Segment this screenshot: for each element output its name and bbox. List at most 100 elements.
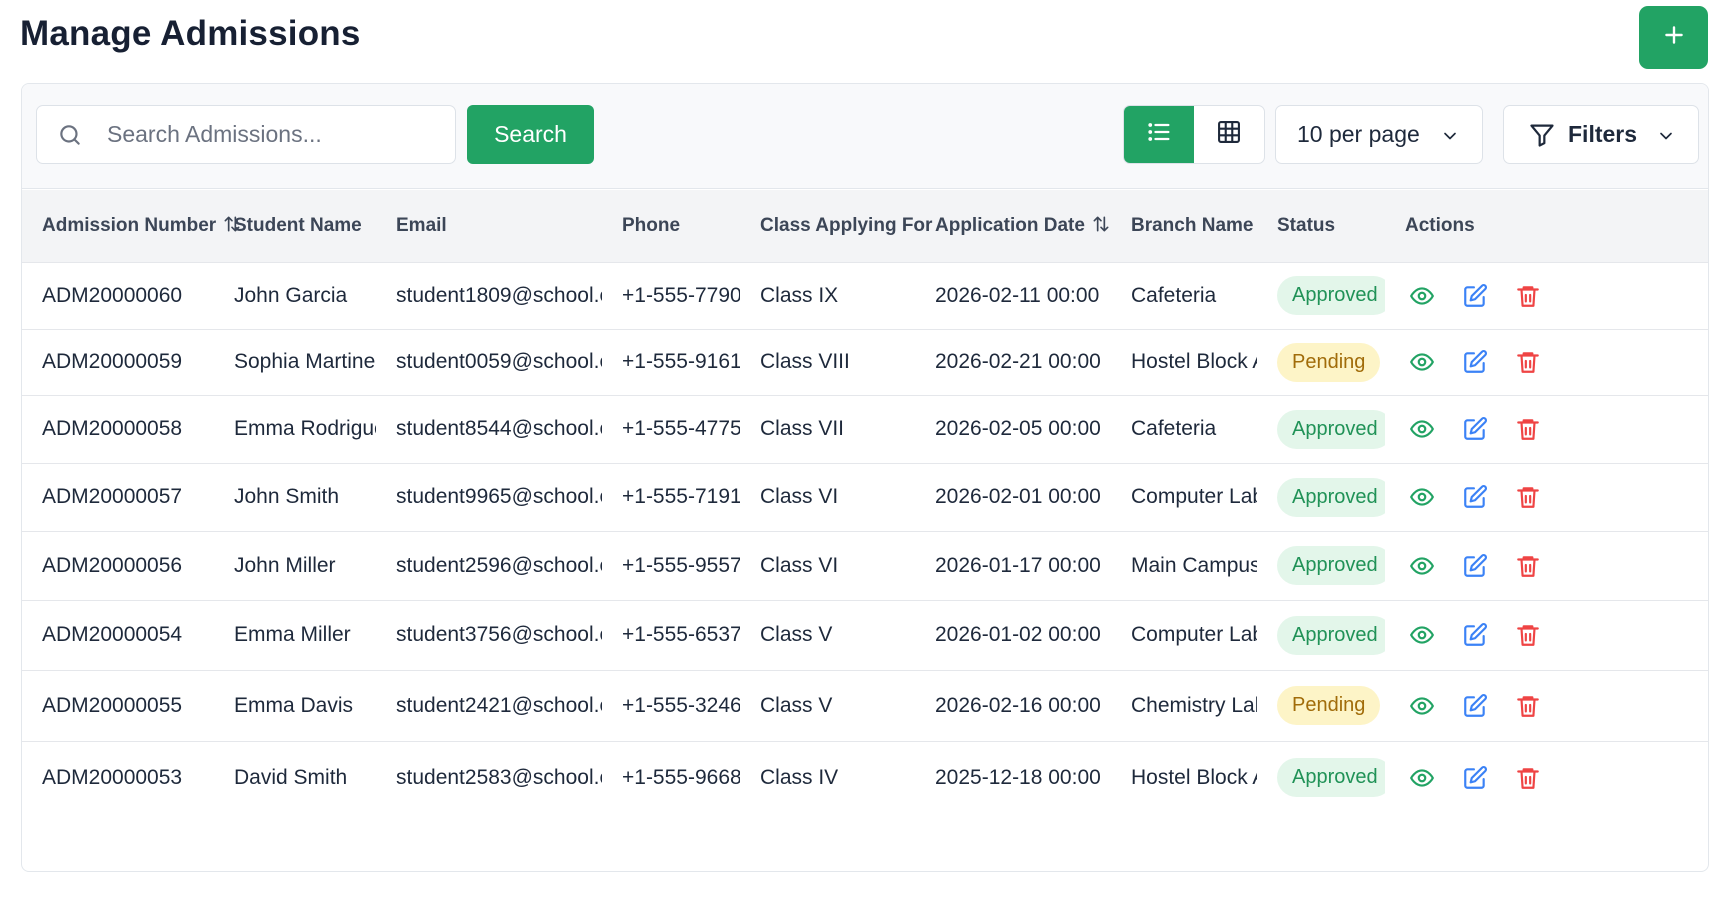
- view-icon[interactable]: [1409, 283, 1435, 309]
- status-badge: Approved: [1277, 546, 1385, 585]
- delete-icon[interactable]: [1515, 553, 1541, 579]
- delete-icon[interactable]: [1515, 349, 1541, 375]
- class-cell: Class IV: [760, 765, 839, 789]
- column-header-label: Email: [396, 214, 447, 236]
- chevron-down-icon: [1440, 125, 1460, 145]
- class-cell: Class VI: [760, 485, 839, 508]
- delete-icon[interactable]: [1515, 484, 1541, 510]
- edit-icon[interactable]: [1462, 349, 1488, 375]
- branch-cell: Computer Lab: [1131, 485, 1257, 508]
- student-name-cell: Emma Miller: [234, 623, 351, 646]
- list-icon: [1145, 118, 1173, 151]
- delete-icon[interactable]: [1515, 693, 1541, 719]
- filters-button[interactable]: Filters: [1503, 105, 1699, 164]
- student-name-cell: Emma Rodriguez: [234, 417, 376, 440]
- actions-cell: [1385, 395, 1708, 463]
- view-icon[interactable]: [1409, 349, 1435, 375]
- application-date-cell: 2026-01-02 00:00: [935, 623, 1101, 646]
- column-header[interactable]: Admission Number: [22, 190, 240, 262]
- edit-icon[interactable]: [1462, 622, 1488, 648]
- admission-number-cell: ADM20000055: [42, 693, 183, 717]
- table-row: ADM20000054 Emma Miller student3756@school…: [22, 600, 1708, 670]
- search-button[interactable]: Search: [467, 105, 594, 164]
- status-cell: Approved: [1257, 463, 1385, 531]
- status-cell: Approved: [1257, 600, 1385, 670]
- phone-cell: +1-555-9557: [622, 553, 740, 577]
- table-row: ADM20000059 Sophia Martinez student0059@sc…: [22, 329, 1708, 395]
- admission-number-cell: ADM20000059: [42, 350, 183, 373]
- class-cell: Class V: [760, 623, 833, 646]
- edit-icon[interactable]: [1462, 283, 1488, 309]
- phone-cell: +1-555-9161: [622, 350, 740, 373]
- chevron-down-icon: [1656, 125, 1676, 145]
- edit-icon[interactable]: [1462, 416, 1488, 442]
- class-cell: Class VIII: [760, 350, 850, 373]
- status-cell: Approved: [1257, 395, 1385, 463]
- view-icon[interactable]: [1409, 416, 1435, 442]
- status-cell: Pending: [1257, 670, 1385, 741]
- edit-icon[interactable]: [1462, 553, 1488, 579]
- delete-icon[interactable]: [1515, 283, 1541, 309]
- branch-cell: Hostel Block A: [1131, 350, 1257, 373]
- column-header: Student Name: [214, 190, 376, 262]
- delete-icon[interactable]: [1515, 622, 1541, 648]
- view-icon[interactable]: [1409, 484, 1435, 510]
- application-date-cell: 2026-01-17 00:00: [935, 553, 1101, 577]
- actions-cell: [1385, 741, 1708, 814]
- delete-icon[interactable]: [1515, 765, 1541, 791]
- status-cell: Approved: [1257, 262, 1385, 329]
- class-cell: Class IX: [760, 283, 839, 307]
- actions-cell: [1385, 531, 1708, 600]
- admissions-table: Admission Number Student Name Email Phone Cl…: [22, 190, 1708, 814]
- grid-icon: [1215, 118, 1243, 151]
- application-date-cell: 2025-12-18 00:00: [935, 765, 1101, 789]
- application-date-cell: 2026-02-21 00:00: [935, 350, 1101, 373]
- list-view-button[interactable]: [1124, 106, 1194, 163]
- actions-cell: [1385, 670, 1708, 741]
- view-icon[interactable]: [1409, 622, 1435, 648]
- actions-cell: [1385, 600, 1708, 670]
- student-name-cell: Emma Davis: [234, 693, 354, 717]
- column-header-label: Phone: [622, 214, 681, 236]
- column-header: Status: [1257, 190, 1385, 262]
- column-header[interactable]: Application Date: [915, 190, 1111, 262]
- filters-label: Filters: [1568, 121, 1638, 147]
- column-header-label: Admission Number: [42, 215, 217, 237]
- student-name-cell: John Miller: [234, 553, 336, 577]
- grid-view-button[interactable]: [1194, 106, 1264, 163]
- search-box[interactable]: [36, 105, 456, 164]
- per-page-select[interactable]: 10 per page: [1275, 105, 1483, 164]
- view-icon[interactable]: [1409, 765, 1435, 791]
- student-name-cell: Sophia Martinez: [234, 350, 376, 373]
- admissions-card: Search 10 per page Filters: [21, 83, 1709, 872]
- search-icon: [57, 122, 83, 148]
- table-row: ADM20000053 David Smith student2583@school…: [22, 741, 1708, 814]
- toolbar: Search 10 per page Filters: [22, 84, 1708, 189]
- edit-icon[interactable]: [1462, 693, 1488, 719]
- branch-cell: Cafeteria: [1131, 283, 1217, 307]
- filter-icon: [1528, 121, 1556, 149]
- column-header: Actions: [1385, 190, 1708, 262]
- student-name-cell: John Garcia: [234, 283, 348, 307]
- admission-number-cell: ADM20000058: [42, 417, 183, 440]
- page-title: Manage Admissions: [20, 14, 361, 53]
- table-row: ADM20000057 John Smith student9965@school.…: [22, 463, 1708, 531]
- email-cell: student2421@school.edu: [396, 693, 602, 717]
- delete-icon[interactable]: [1515, 416, 1541, 442]
- class-cell: Class V: [760, 693, 833, 717]
- actions-cell: [1385, 329, 1708, 395]
- admission-number-cell: ADM20000053: [42, 765, 183, 789]
- status-badge: Approved: [1277, 276, 1385, 315]
- per-page-value: 10 per page: [1297, 121, 1420, 147]
- branch-cell: Main Campus: [1131, 553, 1257, 577]
- add-admission-button[interactable]: [1639, 6, 1708, 69]
- view-icon[interactable]: [1409, 693, 1435, 719]
- column-header-label: Branch Name: [1131, 214, 1254, 236]
- edit-icon[interactable]: [1462, 484, 1488, 510]
- search-input[interactable]: [107, 121, 427, 148]
- actions-cell: [1385, 262, 1708, 329]
- view-icon[interactable]: [1409, 553, 1435, 579]
- branch-cell: Cafeteria: [1131, 417, 1217, 440]
- edit-icon[interactable]: [1462, 765, 1488, 791]
- sort-icon[interactable]: [1091, 214, 1111, 234]
